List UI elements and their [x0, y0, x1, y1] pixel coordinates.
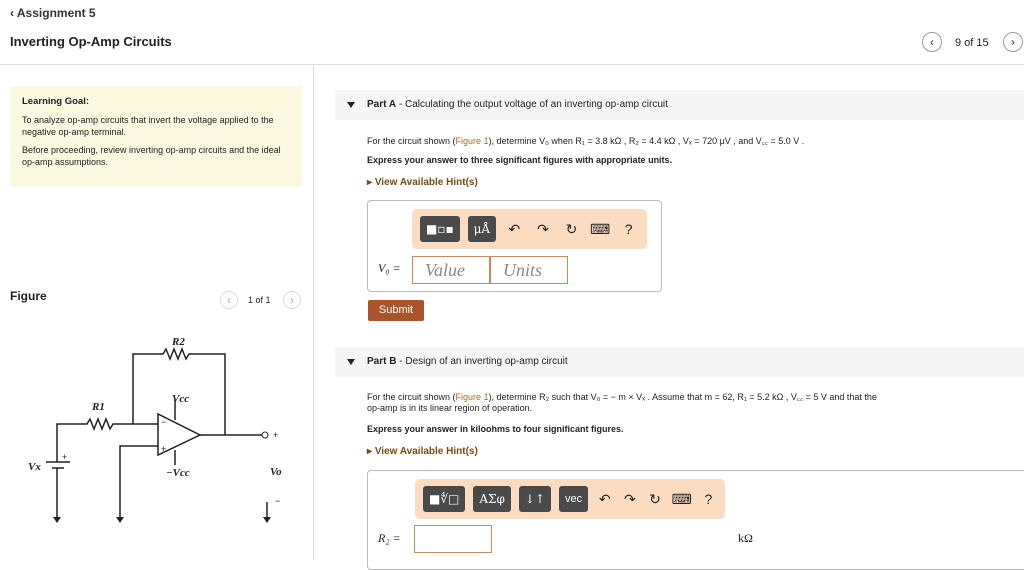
redo-icon[interactable]: ↷ — [621, 491, 638, 508]
figure-link[interactable]: Figure 1 — [456, 136, 489, 146]
back-to-assignment-link[interactable]: ‹ Assignment 5 — [10, 6, 96, 20]
r2-label: R2 — [171, 336, 185, 348]
next-item-button[interactable]: › — [1003, 32, 1023, 52]
unit-label: kΩ — [738, 531, 753, 545]
battery — [46, 461, 70, 469]
feedback-wire-r2 — [132, 346, 226, 435]
vcc-label: Vcc — [172, 393, 189, 405]
r2-answer-label: R₂ = — [378, 531, 401, 545]
part-b-question: For the circuit shown (Figure 1), determ… — [367, 392, 877, 402]
collapse-icon — [347, 102, 355, 108]
inverting-input-label: − — [161, 417, 166, 427]
figure-counter: 1 of 1 — [248, 295, 271, 305]
templates-button[interactable]: ■▫▪ — [420, 216, 460, 242]
learning-goal-heading: Learning Goal: — [22, 96, 90, 107]
greek-button[interactable]: ΑΣφ — [473, 486, 511, 512]
prev-figure-button[interactable]: ‹ — [220, 291, 238, 309]
figure-link[interactable]: Figure 1 — [456, 392, 489, 402]
part-a-instruction: Express your answer to three significant… — [367, 155, 673, 165]
units-input[interactable]: Units — [490, 256, 568, 284]
vx-label: Vx — [28, 461, 41, 473]
templates-button[interactable]: ■∜□ — [423, 486, 466, 512]
undo-icon[interactable]: ↶ — [504, 221, 525, 238]
part-label: Part A — [367, 99, 397, 110]
part-b-answer-box: ■∜□ ΑΣφ ↓↑ vec ↶ ↷ ↻ ⌨ ? R₂ = kΩ — [367, 470, 1024, 570]
divider — [0, 64, 1024, 65]
input-wire-r1 — [56, 416, 158, 462]
item-counter: 9 of 15 — [955, 37, 989, 49]
part-a-question: For the circuit shown (Figure 1), determ… — [367, 136, 805, 146]
r2-input[interactable] — [414, 525, 492, 553]
part-a-header[interactable]: Part A - Calculating the output voltage … — [335, 90, 1024, 120]
back-label: Assignment 5 — [16, 6, 96, 20]
r1-label: R1 — [91, 401, 105, 413]
vec-button[interactable]: vec — [559, 486, 589, 512]
help-icon[interactable]: ? — [618, 221, 639, 237]
noninverting-wire — [119, 445, 158, 518]
reset-icon[interactable]: ↻ — [646, 491, 663, 508]
figure-label: Figure — [10, 289, 47, 303]
ground-wires — [56, 468, 268, 518]
math-toolbar: ■▫▪ μÅ ↶ ↷ ↻ ⌨ ? — [412, 209, 647, 249]
circuit-diagram: R2 R1 Vcc −Vcc Vx Vo + − + − + — [28, 336, 282, 523]
arrows-button[interactable]: ↓↑ — [518, 486, 551, 512]
vo-label: Vo — [270, 466, 282, 478]
part-a-hint-link[interactable]: ▸ View Available Hint(s) — [367, 177, 478, 188]
units-button[interactable]: μÅ — [467, 216, 497, 242]
part-label: Part B — [367, 356, 397, 367]
part-b-header[interactable]: Part B - Design of an inverting op-amp c… — [335, 347, 1024, 377]
learning-goal-text: Before proceeding, review inverting op-a… — [22, 145, 281, 167]
vo-plus-label: + — [273, 430, 278, 440]
undo-icon[interactable]: ↶ — [596, 491, 613, 508]
part-b-instruction: Express your answer in kiloohms to four … — [367, 424, 624, 434]
part-title: Calculating the output voltage of an inv… — [404, 99, 668, 110]
learning-goal-text: To analyze op-amp circuits that invert t… — [22, 115, 274, 137]
divider — [313, 65, 314, 560]
keyboard-icon[interactable]: ⌨ — [672, 491, 692, 508]
noninverting-input-label: + — [161, 444, 166, 454]
neg-vcc-label: −Vcc — [166, 467, 190, 479]
part-a-answer-box: ■▫▪ μÅ ↶ ↷ ↻ ⌨ ? V₀ = Value Units — [367, 200, 662, 292]
redo-icon[interactable]: ↷ — [533, 221, 554, 238]
keyboard-icon[interactable]: ⌨ — [590, 221, 611, 238]
learning-goal-box: Learning Goal: To analyze op-amp circuit… — [10, 86, 302, 187]
output-terminal — [261, 431, 269, 439]
value-input[interactable]: Value — [412, 256, 490, 284]
collapse-icon — [347, 359, 355, 365]
reset-icon[interactable]: ↻ — [561, 221, 582, 238]
page-title: Inverting Op-Amp Circuits — [10, 34, 172, 49]
ground-arrows — [53, 517, 271, 523]
math-toolbar: ■∜□ ΑΣφ ↓↑ vec ↶ ↷ ↻ ⌨ ? — [415, 479, 725, 519]
help-icon[interactable]: ? — [700, 491, 717, 507]
submit-button[interactable]: Submit — [368, 300, 424, 321]
vo-minus-label: − — [275, 496, 280, 506]
part-b-question-line2: op-amp is in its linear region of operat… — [367, 403, 533, 413]
prev-item-button[interactable]: ‹ — [922, 32, 942, 52]
next-figure-button[interactable]: › — [283, 291, 301, 309]
battery-plus-label: + — [62, 452, 67, 462]
part-b-hint-link[interactable]: ▸ View Available Hint(s) — [367, 446, 478, 457]
v0-label: V₀ = — [378, 261, 401, 275]
part-title: Design of an inverting op-amp circuit — [405, 356, 568, 367]
